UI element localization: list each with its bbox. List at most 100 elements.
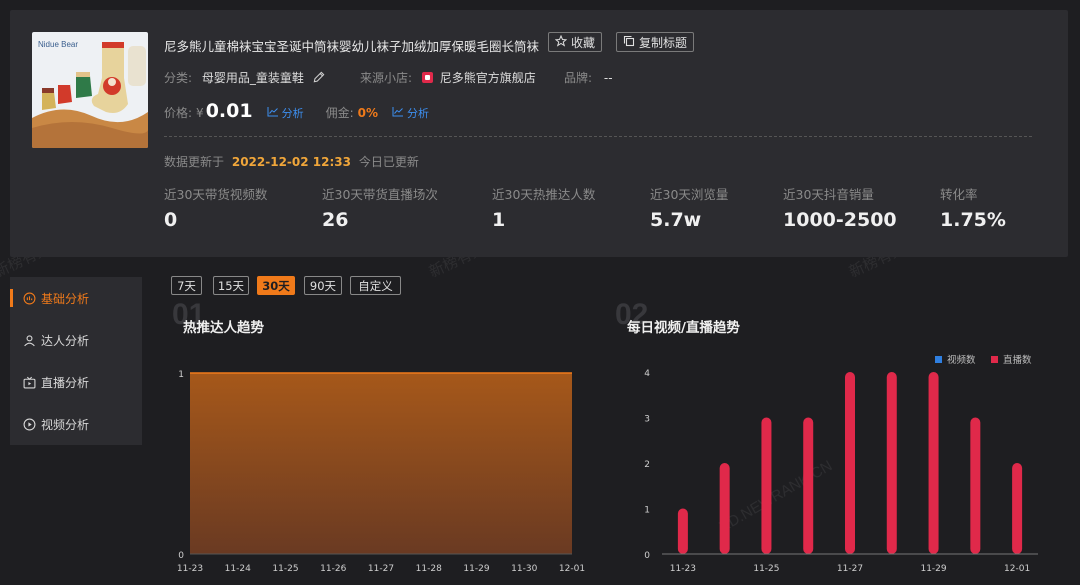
- price-currency: ¥: [196, 106, 204, 120]
- stat-label: 近30天热推达人数: [492, 187, 596, 202]
- stat-value: 1: [492, 209, 506, 231]
- update-info: 数据更新于 2022-12-02 12:33 今日已更新: [164, 153, 419, 170]
- sidebar-item-video-analysis[interactable]: 视频分析: [10, 403, 142, 445]
- bar-live-count: [1012, 463, 1023, 554]
- bar-live-count: [803, 417, 814, 554]
- stat-value: 1000-2500: [783, 209, 897, 231]
- brand-label: 品牌:: [564, 71, 593, 85]
- update-suffix: 今日已更新: [358, 155, 419, 169]
- tab-15-days[interactable]: 15天: [213, 276, 249, 295]
- x-tick-label: 11-25: [272, 564, 298, 574]
- tab-90-days[interactable]: 90天: [304, 276, 342, 295]
- sidebar-item-live-analysis[interactable]: 直播分析: [10, 361, 142, 403]
- chart-icon: [267, 106, 279, 120]
- copy-icon: [623, 35, 635, 50]
- stat-label: 近30天浏览量: [650, 187, 729, 202]
- x-tick-label: 12-01: [559, 564, 585, 574]
- bar-live-count: [677, 508, 688, 554]
- commission-label: 佣金:: [325, 106, 354, 120]
- commission-value: 0%: [357, 106, 378, 120]
- y-tick-label: 0: [178, 551, 184, 561]
- y-tick-label: 3: [644, 415, 650, 425]
- edit-icon[interactable]: [312, 70, 326, 87]
- y-tick-label: 1: [178, 370, 184, 380]
- favorite-label: 收藏: [571, 35, 596, 50]
- category-row: 分类: 母婴用品_童装童鞋: [164, 69, 326, 87]
- sidebar-item-basic-analysis[interactable]: 基础分析: [10, 277, 142, 319]
- stat-live-count: 近30天带货直播场次 26: [322, 184, 438, 231]
- commission-analyze-label: 分析: [407, 107, 429, 120]
- play-circle-icon: [23, 418, 36, 431]
- stat-conversion: 转化率 1.75%: [940, 184, 1006, 231]
- stat-value: 0: [164, 209, 178, 231]
- x-tick-label: 11-23: [177, 564, 203, 574]
- chart-title-daily-video-live-trend: 每日视频/直播趋势: [627, 320, 740, 336]
- price-value: 0.01: [205, 100, 253, 122]
- update-prefix: 数据更新于: [164, 155, 225, 169]
- price-label: 价格:: [164, 106, 193, 120]
- daily-video-live-chart: 0 1 2 3 4 11-23 11-25 11-27 11-29 12-01 视频数 直播数: [644, 354, 1038, 574]
- bar-live-count: [886, 372, 897, 554]
- x-tick-label: 11-26: [320, 564, 346, 574]
- chart-icon: [392, 106, 404, 120]
- shop-label: 来源小店:: [360, 71, 413, 85]
- bar-live-count: [928, 372, 939, 554]
- shop-value[interactable]: 尼多熊官方旗舰店: [440, 71, 536, 85]
- tab-custom[interactable]: 自定义: [350, 276, 401, 295]
- sidebar-item-label: 基础分析: [41, 291, 90, 306]
- stat-sales: 近30天抖音销量 1000-2500: [783, 184, 897, 231]
- product-card: Nidue Bear 尼多熊儿童棉袜宝宝圣诞中筒袜婴幼儿袜子加绒加厚保暖毛圈长筒…: [10, 10, 1068, 257]
- stat-label: 近30天带货视频数: [164, 187, 268, 202]
- x-tick-label: 11-27: [837, 564, 863, 574]
- x-tick-label: 11-25: [753, 564, 779, 574]
- x-tick-label: 11-29: [463, 564, 489, 574]
- sidebar: 基础分析 达人分析 直播分析 视频分析: [10, 277, 142, 445]
- sidebar-item-influencer-analysis[interactable]: 达人分析: [10, 319, 142, 361]
- copy-title-button[interactable]: 复制标题: [616, 32, 695, 52]
- sidebar-item-label: 直播分析: [41, 375, 90, 390]
- shop-row: 来源小店: 尼多熊官方旗舰店: [360, 69, 536, 86]
- x-tick-label: 11-30: [511, 564, 537, 574]
- basic-analysis-icon: [23, 292, 36, 305]
- brand-row: 品牌: --: [564, 69, 613, 86]
- x-tick-label: 11-29: [920, 564, 946, 574]
- commission-analyze-link[interactable]: 分析: [392, 105, 429, 121]
- x-tick-label: 11-27: [368, 564, 394, 574]
- stat-value: 5.7w: [650, 209, 702, 231]
- x-tick-label: 11-28: [416, 564, 442, 574]
- stat-label: 近30天抖音销量: [783, 187, 874, 202]
- stat-label: 近30天带货直播场次: [322, 187, 438, 202]
- category-value: 母婴用品_童装童鞋: [201, 71, 304, 85]
- tab-30-days[interactable]: 30天: [257, 276, 295, 295]
- category-label: 分类:: [164, 71, 193, 85]
- tab-7-days[interactable]: 7天: [171, 276, 202, 295]
- x-tick-label: 12-01: [1004, 564, 1030, 574]
- bar-live-count: [845, 372, 855, 554]
- star-icon: [554, 34, 568, 50]
- chart-title-influencer-trend: 热推达人趋势: [183, 320, 264, 336]
- stat-value: 1.75%: [940, 209, 1006, 231]
- legend-label-video: 视频数: [947, 354, 976, 366]
- price-row: 价格: ¥ 0.01 分析 佣金: 0% 分析: [164, 100, 429, 122]
- live-tv-icon: [23, 376, 36, 389]
- price-analyze-link[interactable]: 分析: [267, 105, 304, 121]
- product-title: 尼多熊儿童棉袜宝宝圣诞中筒袜婴幼儿袜子加绒加厚保暖毛圈长筒袜: [164, 39, 540, 54]
- product-image[interactable]: Nidue Bear: [32, 32, 148, 148]
- legend-swatch-video: [935, 356, 942, 363]
- y-tick-label: 1: [644, 506, 650, 516]
- price-analyze-label: 分析: [281, 107, 304, 120]
- shop-icon: [421, 72, 433, 83]
- favorite-button[interactable]: 收藏: [548, 32, 603, 52]
- divider: [164, 136, 1032, 137]
- stat-value: 26: [322, 209, 349, 231]
- stat-label: 转化率: [940, 187, 978, 202]
- bar-live-count: [761, 417, 772, 554]
- sidebar-item-label: 视频分析: [41, 417, 90, 432]
- user-icon: [23, 334, 36, 347]
- stat-views: 近30天浏览量 5.7w: [650, 184, 728, 231]
- stat-video-count: 近30天带货视频数 0: [164, 184, 267, 231]
- x-tick-label: 11-23: [670, 564, 696, 574]
- update-time: 2022-12-02 12:33: [231, 155, 351, 169]
- copy-title-label: 复制标题: [639, 35, 688, 50]
- y-tick-label: 0: [644, 551, 650, 561]
